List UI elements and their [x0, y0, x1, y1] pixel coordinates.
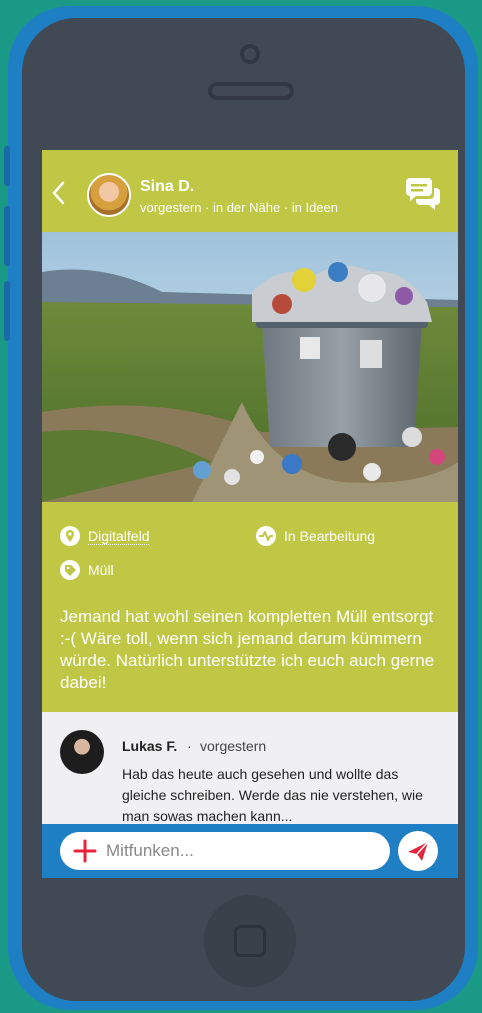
post-header: Sina D. vorgestern · in der Nähe · in Id…: [42, 150, 458, 232]
comment-time: vorgestern: [200, 738, 267, 754]
commenter-name[interactable]: Lukas F.: [122, 738, 177, 754]
speaker-grille: [208, 82, 294, 100]
post-description: Jemand hat wohl seinen kompletten Müll e…: [60, 607, 435, 692]
author-avatar[interactable]: [87, 173, 131, 217]
meta-separator: ·: [187, 738, 192, 754]
comment-text: Hab das heute auch gesehen und wollte da…: [122, 766, 423, 824]
tag-icon: [60, 560, 80, 580]
status-label: In Bearbeitung: [284, 528, 376, 544]
mute-switch: [4, 146, 10, 186]
author-name[interactable]: Sina D.: [140, 178, 194, 196]
category-label: Müll: [88, 562, 114, 578]
plus-icon[interactable]: [70, 836, 100, 866]
commenter-avatar[interactable]: [60, 730, 104, 774]
volume-down-button: [4, 281, 10, 341]
chat-bubbles-icon[interactable]: [404, 178, 442, 212]
comment-placeholder[interactable]: Mitfunken...: [106, 841, 194, 861]
post-details: Digitalfeld In Bearbeitung Müll Jemand h…: [42, 502, 458, 712]
paper-plane-icon: [408, 841, 429, 861]
composer-bar: Mitfunken...: [42, 824, 458, 878]
status-tag: In Bearbeitung: [256, 526, 375, 546]
front-camera: [240, 44, 260, 64]
app-screen: Sina D. vorgestern · in der Nähe · in Id…: [42, 150, 458, 878]
comment-item: Lukas F. · vorgestern Hab das heute auch…: [42, 712, 458, 824]
home-button-square-icon: [234, 925, 266, 957]
comment-input[interactable]: Mitfunken...: [60, 832, 390, 870]
location-tag[interactable]: Digitalfeld: [60, 526, 150, 546]
location-label[interactable]: Digitalfeld: [88, 528, 150, 545]
chevron-left-icon[interactable]: [48, 180, 70, 206]
post-photo: [42, 232, 458, 502]
activity-icon: [256, 526, 276, 546]
map-pin-icon: [60, 526, 80, 546]
volume-up-button: [4, 206, 10, 266]
category-tag: Müll: [60, 560, 114, 580]
send-button[interactable]: [398, 831, 438, 871]
post-meta: vorgestern · in der Nähe · in Ideen: [140, 200, 338, 215]
home-button[interactable]: [204, 895, 296, 987]
